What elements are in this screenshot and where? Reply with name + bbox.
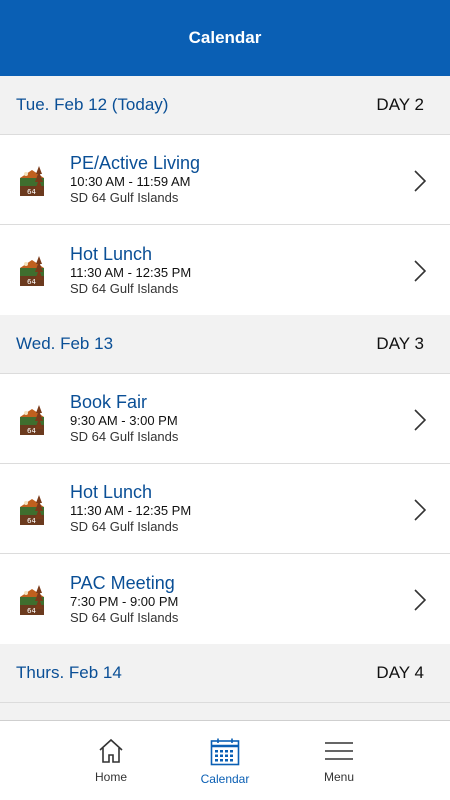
chevron-right-icon xyxy=(414,260,426,282)
chevron-right-icon xyxy=(414,589,426,611)
event-title: PAC Meeting xyxy=(70,572,175,593)
day-date: Wed. Feb 13 xyxy=(16,334,114,353)
event-title: Book Fair xyxy=(70,392,148,412)
day-header: Wed. Feb 13 DAY 3 xyxy=(0,315,450,374)
bottom-tab-bar: Home Calendar Menu xyxy=(0,720,450,800)
svg-text:64: 64 xyxy=(27,607,36,615)
svg-text:64: 64 xyxy=(27,427,36,435)
event-row[interactable]: 64 Hot Lunch 11:30 AM - 12:35 PM SD 64 G… xyxy=(0,225,450,315)
event-row[interactable]: 64 Book Fair 9:30 AM - 3:00 PM SD 64 Gul… xyxy=(0,374,450,464)
day-label: DAY 4 xyxy=(376,663,424,682)
sd64-logo-icon: 64 xyxy=(18,490,46,527)
tab-home[interactable]: Home xyxy=(66,721,156,800)
event-row[interactable]: 64 PE/Active Living 10:30 AM - 11:59 AM … xyxy=(0,135,450,225)
event-time: 11:30 AM - 12:35 PM xyxy=(70,503,192,518)
tab-home-label: Home xyxy=(94,770,127,784)
day-label: DAY 2 xyxy=(376,95,424,114)
page-title: Calendar xyxy=(188,28,262,47)
tab-menu-label: Menu xyxy=(323,770,355,784)
calendar-icon xyxy=(210,738,240,766)
sd64-logo-icon: 64 xyxy=(18,161,46,198)
tab-calendar[interactable]: Calendar xyxy=(180,721,270,800)
tab-calendar-label: Calendar xyxy=(200,772,250,786)
event-title: Hot Lunch xyxy=(70,243,153,264)
event-location: SD 64 Gulf Islands xyxy=(70,609,179,625)
event-location: SD 64 Gulf Islands xyxy=(70,429,179,444)
svg-text:64: 64 xyxy=(27,278,36,286)
day-date: Tue. Feb 12 (Today) xyxy=(16,95,169,114)
event-time: 9:30 AM - 3:00 PM xyxy=(70,413,178,428)
day-header: Tue. Feb 12 (Today) DAY 2 xyxy=(0,76,450,135)
chevron-right-icon xyxy=(414,170,426,192)
day-header: Thurs. Feb 14 DAY 4 xyxy=(0,644,450,703)
home-icon xyxy=(99,738,123,763)
event-time: 10:30 AM - 11:59 AM xyxy=(70,174,191,189)
hamburger-menu-icon xyxy=(325,742,353,760)
event-time: 11:30 AM - 12:35 PM xyxy=(70,264,192,280)
tab-menu[interactable]: Menu xyxy=(294,721,384,800)
app-header: Calendar xyxy=(0,0,450,76)
sd64-logo-icon: 64 xyxy=(18,400,46,437)
day-label: DAY 3 xyxy=(376,334,424,353)
chevron-right-icon xyxy=(414,409,426,431)
calendar-list[interactable]: Tue. Feb 12 (Today) DAY 2 64 PE/Active L… xyxy=(0,76,450,720)
event-title: Hot Lunch xyxy=(70,482,153,502)
svg-text:64: 64 xyxy=(27,188,36,196)
event-location: SD 64 Gulf Islands xyxy=(70,190,179,205)
event-title: PE/Active Living xyxy=(70,153,201,173)
event-location: SD 64 Gulf Islands xyxy=(70,280,179,296)
event-row[interactable]: 64 Hot Lunch 11:30 AM - 12:35 PM SD 64 G… xyxy=(0,464,450,554)
svg-text:64: 64 xyxy=(27,517,36,525)
event-time: 7:30 PM - 9:00 PM xyxy=(70,593,179,609)
chevron-right-icon xyxy=(414,499,426,521)
sd64-logo-icon: 64 xyxy=(18,581,46,617)
event-location: SD 64 Gulf Islands xyxy=(70,519,179,534)
sd64-logo-icon: 64 xyxy=(18,252,46,288)
event-row[interactable]: 64 PAC Meeting 7:30 PM - 9:00 PM SD 64 G… xyxy=(0,554,450,644)
day-date: Thurs. Feb 14 xyxy=(16,663,122,682)
